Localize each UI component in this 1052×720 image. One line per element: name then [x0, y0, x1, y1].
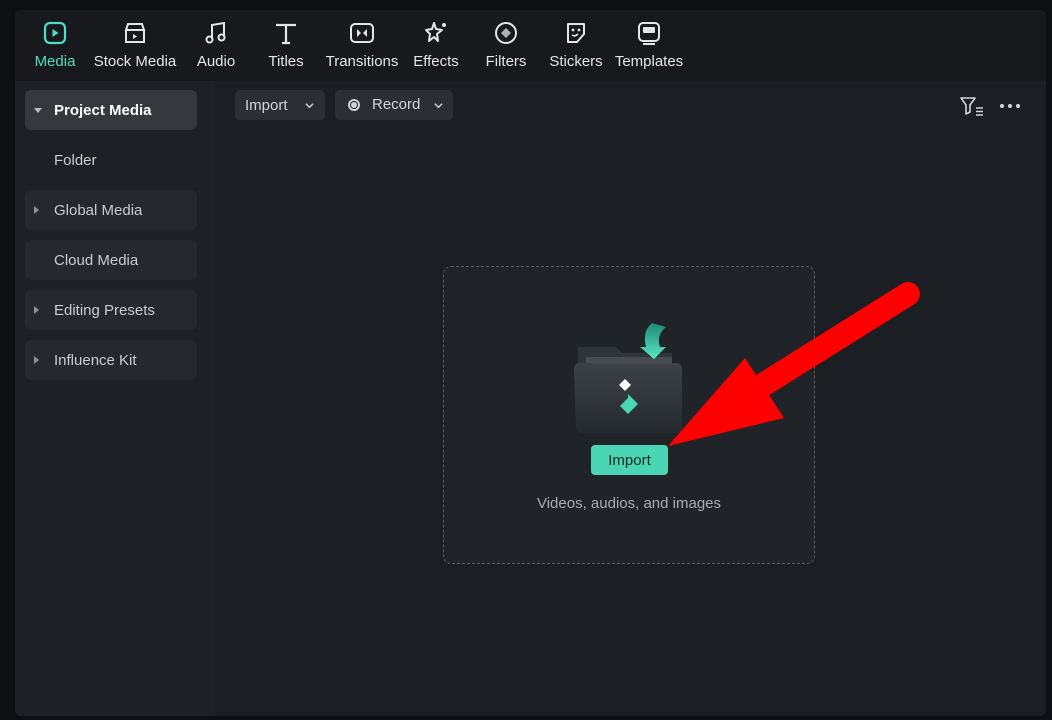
tab-templates-label: Templates — [614, 53, 684, 70]
filter-sort-icon[interactable] — [959, 95, 985, 117]
sticker-icon — [561, 18, 591, 48]
tab-stickers-label: Stickers — [549, 53, 603, 70]
record-icon — [348, 99, 360, 111]
more-options-icon[interactable] — [997, 95, 1023, 117]
tab-titles[interactable]: Titles — [266, 10, 306, 81]
caret-right-icon — [34, 306, 39, 314]
tab-templates[interactable]: Templates — [614, 10, 684, 81]
chevron-down-icon — [305, 103, 314, 109]
record-dropdown[interactable]: Record — [335, 90, 453, 120]
panel-divider[interactable] — [214, 81, 236, 716]
tab-titles-label: Titles — [268, 53, 304, 70]
caret-right-icon — [34, 356, 39, 364]
tab-transitions-label: Transitions — [325, 53, 399, 70]
import-button[interactable]: Import — [591, 445, 668, 475]
sidebar-item-label: Project Media — [54, 101, 152, 119]
tab-media-label: Media — [34, 53, 76, 70]
import-hint-text: Videos, audios, and images — [536, 495, 721, 512]
tab-filters-label: Filters — [485, 53, 527, 70]
templates-icon — [634, 18, 664, 48]
import-dropdown[interactable]: Import — [235, 90, 325, 120]
tab-audio[interactable]: Audio — [195, 10, 237, 81]
sidebar-item-editing-presets[interactable]: Editing Presets — [25, 290, 197, 330]
sidebar-item-project-media[interactable]: Project Media — [25, 90, 197, 130]
sidebar-item-cloud-media[interactable]: Cloud Media — [25, 240, 197, 280]
chevron-down-icon — [434, 103, 443, 109]
sidebar-item-label: Folder — [54, 151, 97, 169]
sidebar-item-label: Cloud Media — [54, 251, 139, 269]
sidebar-item-label: Global Media — [54, 201, 143, 219]
media-toolbar: Media Stock Media Audio Titles Transitio… — [15, 10, 1046, 81]
music-note-icon — [201, 18, 231, 48]
tab-transitions[interactable]: Transitions — [326, 10, 398, 81]
import-drop-zone[interactable]: Import Videos, audios, and images — [443, 266, 815, 564]
tab-filters[interactable]: Filters — [485, 10, 527, 81]
tab-stickers[interactable]: Stickers — [549, 10, 603, 81]
tab-audio-label: Audio — [196, 53, 236, 70]
media-icon — [40, 18, 70, 48]
sidebar-item-label: Influence Kit — [54, 351, 137, 369]
sidebar-item-label: Editing Presets — [54, 301, 155, 319]
sidebar-item-influence-kit[interactable]: Influence Kit — [25, 340, 197, 380]
import-folder-icon — [574, 323, 682, 433]
tab-media[interactable]: Media — [31, 10, 79, 81]
tab-stock-media[interactable]: Stock Media — [93, 10, 177, 81]
caret-down-icon — [34, 108, 42, 113]
import-dropdown-label: Import — [245, 96, 288, 114]
tab-stock-media-label: Stock Media — [93, 53, 177, 70]
tab-effects[interactable]: Effects — [413, 10, 459, 81]
app-window: Media Stock Media Audio Titles Transitio… — [15, 10, 1046, 716]
tab-effects-label: Effects — [413, 53, 459, 70]
caret-right-icon — [34, 206, 39, 214]
text-t-icon — [271, 18, 301, 48]
transitions-icon — [347, 18, 377, 48]
sidebar-item-folder[interactable]: Folder — [25, 140, 197, 180]
media-library-panel: Import Record Import Videos, audios, and… — [235, 81, 1046, 716]
media-sidebar: Project Media Folder Global Media Cloud … — [15, 81, 214, 716]
record-dropdown-label: Record — [372, 96, 421, 113]
sparkle-effects-icon — [421, 18, 451, 48]
stock-media-icon — [120, 18, 150, 48]
filters-icon — [491, 18, 521, 48]
sidebar-item-global-media[interactable]: Global Media — [25, 190, 197, 230]
